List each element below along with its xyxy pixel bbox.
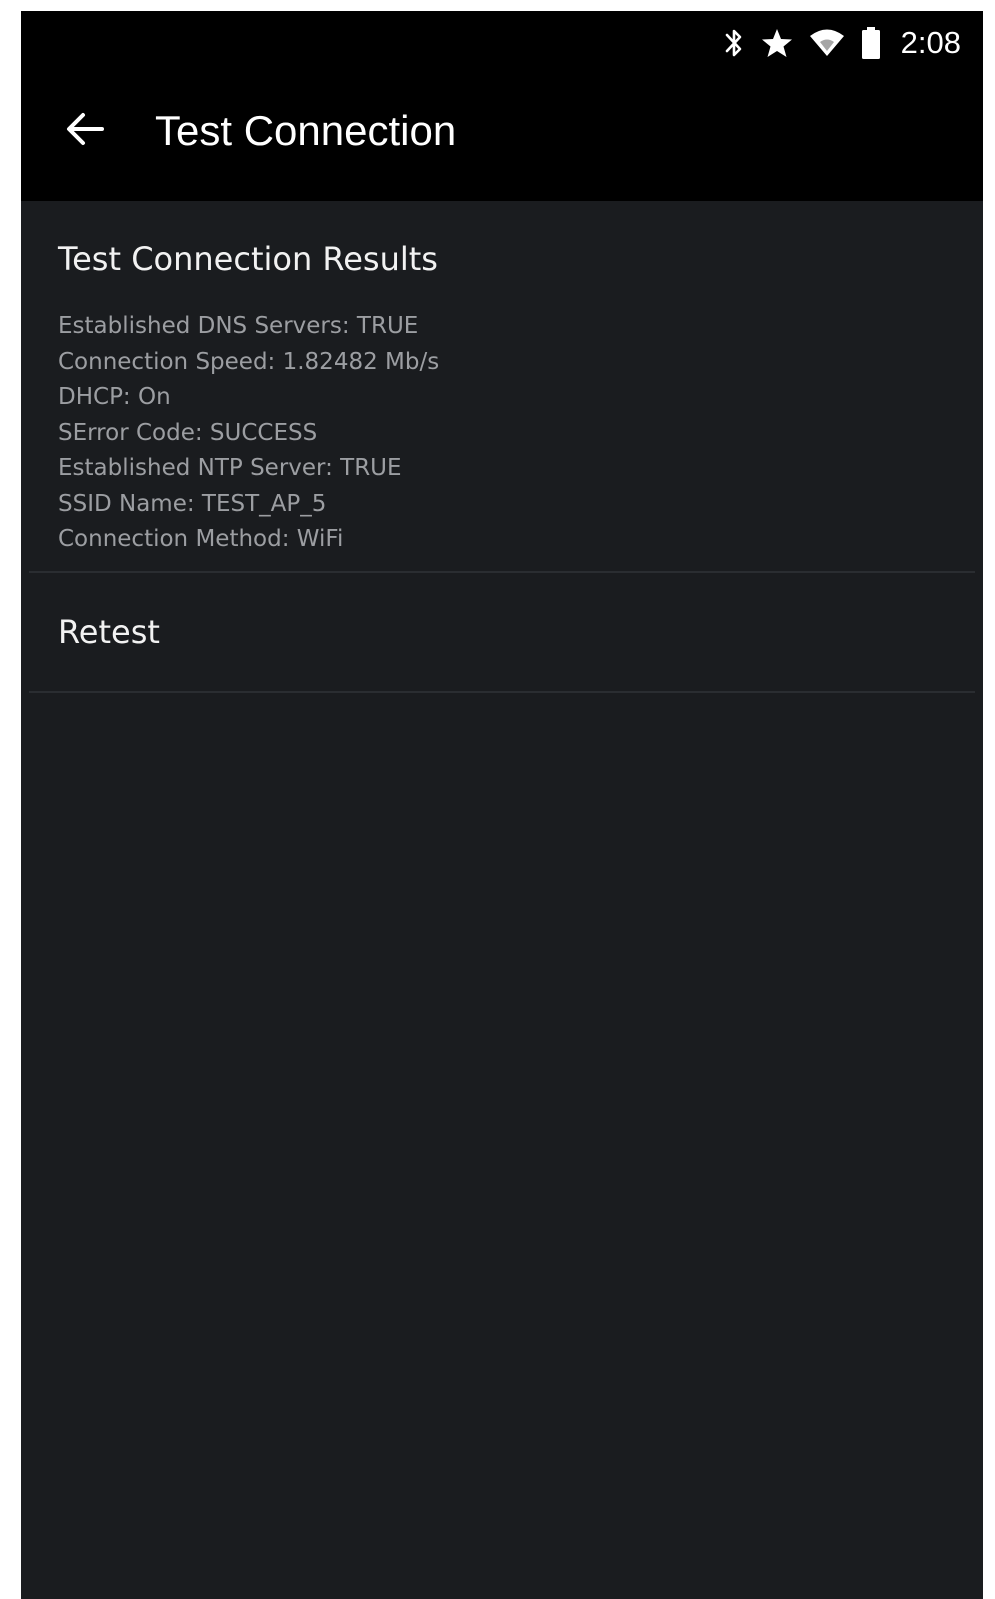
result-dns-servers: Established DNS Servers: TRUE	[58, 313, 419, 339]
divider	[29, 691, 975, 693]
result-dhcp: DHCP: On	[58, 384, 171, 410]
result-ssid-name: SSID Name: TEST_AP_5	[58, 490, 327, 517]
status-bar: 2:08	[21, 11, 983, 73]
result-connection-speed: Connection Speed: 1.82482 Mb/s	[58, 348, 440, 375]
retest-label: Retest	[58, 613, 160, 651]
result-connection-method: Connection Method: WiFi	[58, 526, 344, 552]
battery-icon	[861, 25, 881, 61]
page-title: Test Connection	[155, 107, 457, 154]
back-button[interactable]	[55, 101, 115, 161]
status-clock: 2:08	[900, 25, 961, 60]
result-error-code: SError Code: SUCCESS	[58, 419, 318, 446]
retest-button[interactable]: Retest	[29, 573, 975, 691]
phone-screen: 2:08 Test Connection Test Connection Res…	[21, 11, 983, 1599]
test-results-section: Test Connection Results Established DNS …	[29, 201, 975, 571]
results-list: Established DNS Servers: TRUE Connection…	[58, 309, 975, 558]
arrow-back-icon	[65, 111, 105, 151]
app-bar: Test Connection	[21, 73, 983, 201]
result-ntp-server: Established NTP Server: TRUE	[58, 455, 402, 481]
wifi-icon	[809, 25, 845, 61]
star-icon	[761, 25, 793, 61]
results-title: Test Connection Results	[58, 240, 438, 278]
settings-content: Test Connection Results Established DNS …	[29, 201, 975, 693]
bluetooth-icon	[723, 25, 745, 61]
status-icons: 2:08	[723, 23, 961, 63]
